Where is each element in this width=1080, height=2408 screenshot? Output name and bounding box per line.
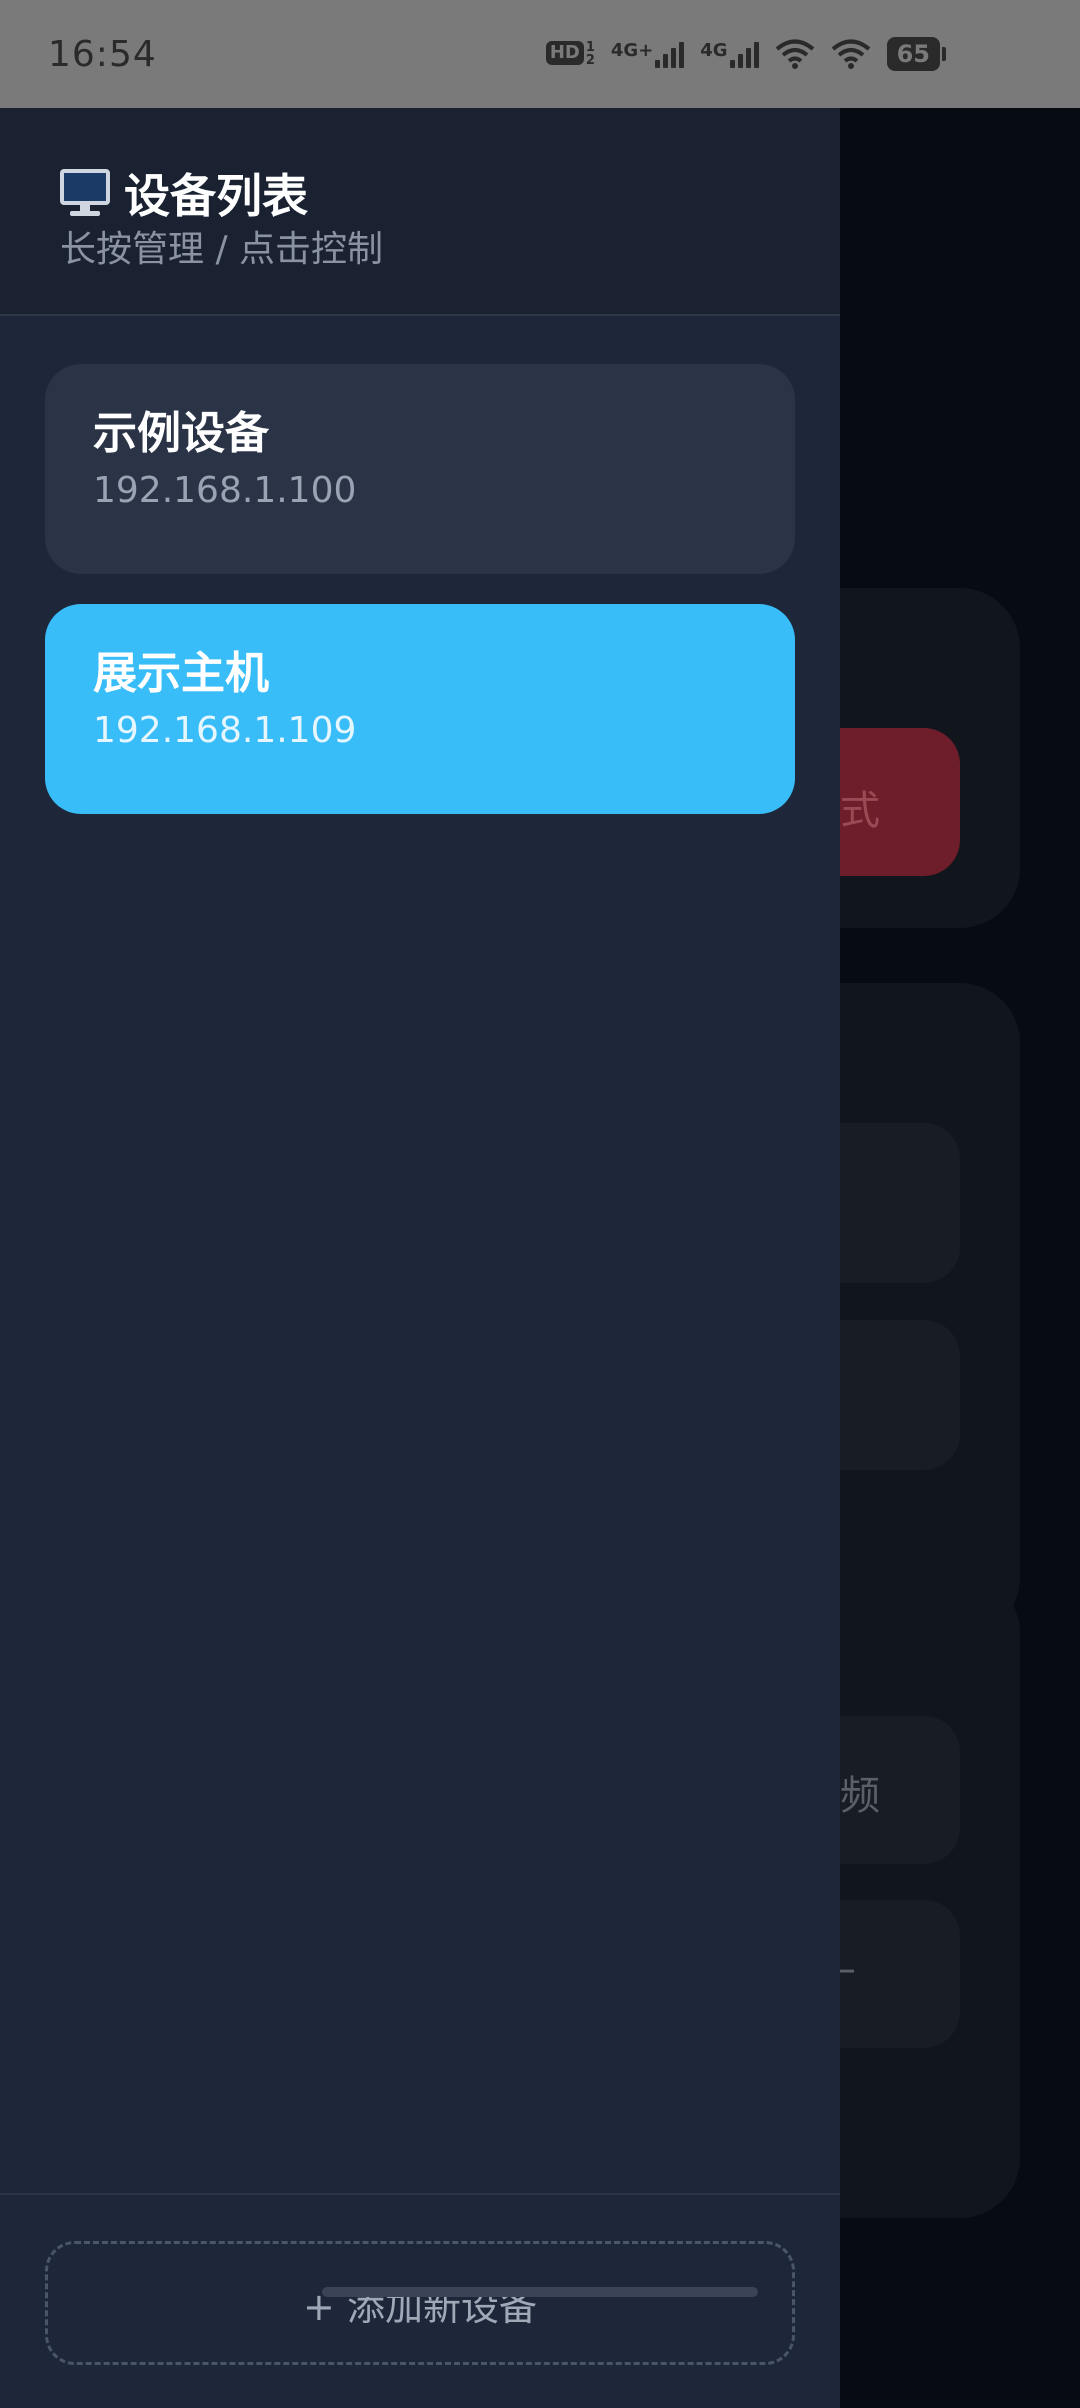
device-ip: 192.168.1.109	[93, 710, 357, 751]
bg-text-1: 式	[840, 788, 880, 834]
sim1-signal-icon: 4G+	[610, 40, 685, 68]
status-bar: 16:54 HD 1 2 4G+ 4G 65	[0, 0, 1080, 108]
sim2-bars	[729, 40, 759, 68]
sim2-signal-icon: 4G	[700, 40, 759, 68]
device-list: 示例设备 192.168.1.100 展示主机 192.168.1.109	[45, 364, 795, 844]
wifi-icon	[775, 39, 814, 69]
add-device-button[interactable]: + 添加新设备	[45, 2241, 795, 2365]
hd-badge: HD	[545, 41, 584, 65]
wifi-icon-secondary	[831, 39, 870, 69]
sim1-bars	[655, 40, 685, 68]
hd-sim-numbers: 1 2	[586, 41, 595, 67]
device-drawer: 设备列表 长按管理 / 点击控制 示例设备 192.168.1.100 展示主机…	[0, 108, 840, 2408]
drawer-subtitle: 长按管理 / 点击控制	[60, 229, 384, 270]
drawer-header: 设备列表 长按管理 / 点击控制	[0, 108, 840, 316]
hd-voice-icon: HD 1 2	[545, 41, 595, 67]
drawer-title: 设备列表	[60, 160, 308, 226]
home-indicator[interactable]	[322, 2287, 758, 2297]
device-name: 示例设备	[93, 408, 269, 459]
device-ip: 192.168.1.100	[93, 470, 357, 511]
status-time: 16:54	[48, 33, 157, 75]
screen: 16:54 HD 1 2 4G+ 4G 65 式 频 – 设备列表 长按管理 /…	[0, 0, 1080, 2408]
device-card-example[interactable]: 示例设备 192.168.1.100	[45, 364, 795, 574]
monitor-icon	[60, 169, 110, 217]
sim2-label: 4G	[700, 40, 728, 61]
status-icons: HD 1 2 4G+ 4G 65	[545, 37, 947, 71]
hd-sub: 2	[585, 53, 595, 68]
sim1-label: 4G+	[610, 40, 654, 61]
drawer-footer: + 添加新设备	[0, 2193, 840, 2408]
drawer-title-text: 设备列表	[124, 169, 308, 223]
bg-text-2: 频	[840, 1773, 880, 1819]
battery-icon: 65	[886, 37, 947, 71]
device-card-display-host[interactable]: 展示主机 192.168.1.109	[45, 604, 795, 814]
device-name: 展示主机	[93, 648, 269, 699]
